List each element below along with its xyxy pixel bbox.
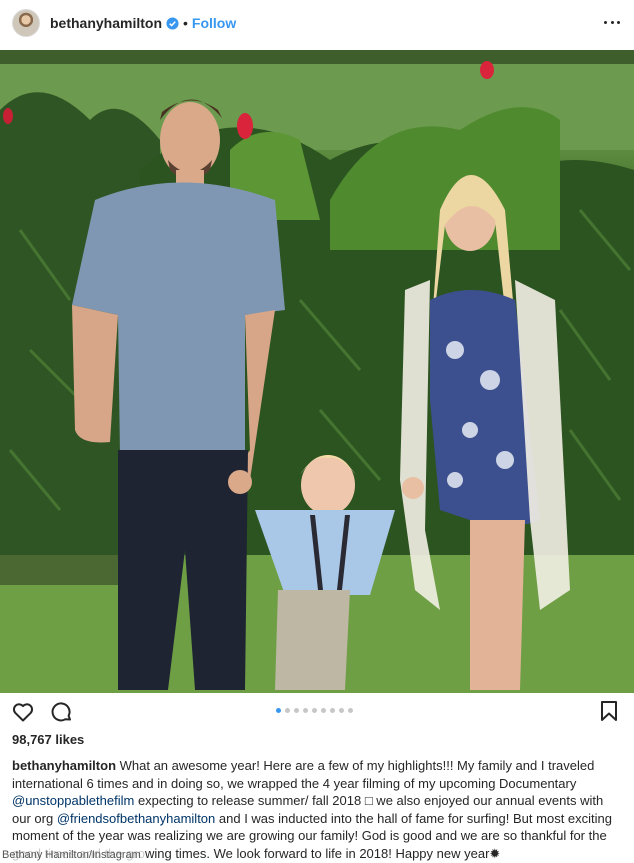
carousel-indicator[interactable]: [276, 708, 353, 713]
carousel-dot[interactable]: [330, 708, 335, 713]
likes-count[interactable]: 98,767 likes: [12, 732, 84, 747]
more-options-icon[interactable]: [604, 14, 620, 30]
photo-illustration: [0, 50, 634, 693]
carousel-dot[interactable]: [312, 708, 317, 713]
mention-link[interactable]: @friendsofbethanyhamilton: [57, 811, 215, 826]
carousel-dot[interactable]: [348, 708, 353, 713]
post-photo[interactable]: [0, 50, 634, 693]
follow-button[interactable]: Follow: [192, 15, 236, 31]
mention-link[interactable]: @unstoppablethefilm: [12, 793, 134, 808]
carousel-dot-active[interactable]: [276, 708, 281, 713]
carousel-dot[interactable]: [303, 708, 308, 713]
comment-icon[interactable]: [50, 700, 74, 724]
carousel-dot[interactable]: [294, 708, 299, 713]
action-bar: [0, 696, 634, 730]
bookmark-icon[interactable]: [599, 700, 619, 722]
heart-icon[interactable]: [11, 700, 35, 724]
verified-badge-icon: [166, 16, 179, 30]
carousel-dot[interactable]: [339, 708, 344, 713]
carousel-dot[interactable]: [321, 708, 326, 713]
post-header: bethanyhamilton • Follow: [0, 0, 634, 46]
username-link[interactable]: bethanyhamilton: [50, 15, 162, 31]
photo-credit: Bethany Hamilton/Instagram: [0, 848, 145, 863]
carousel-dot[interactable]: [285, 708, 290, 713]
post-caption: bethanyhamilton What an awesome year! He…: [12, 757, 624, 862]
avatar[interactable]: [12, 9, 40, 37]
caption-username[interactable]: bethanyhamilton: [12, 758, 116, 773]
separator-dot: •: [183, 15, 188, 31]
